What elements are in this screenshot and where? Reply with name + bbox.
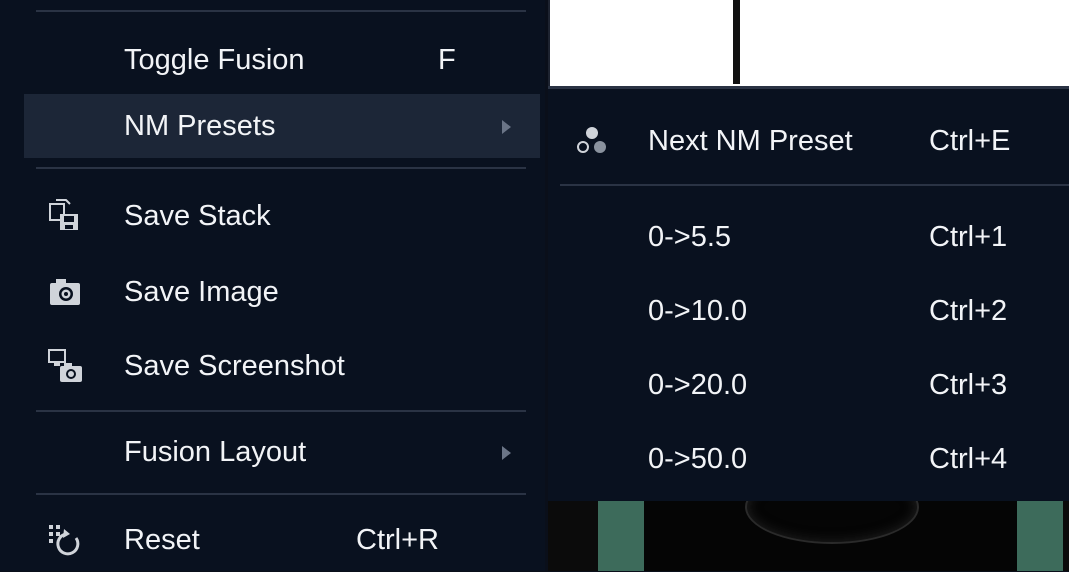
menu-item-nm-presets[interactable]: NM Presets — [24, 94, 540, 158]
submenu-item-label: Next NM Preset — [648, 125, 853, 157]
submenu-item-shortcut: Ctrl+4 — [929, 443, 1008, 475]
submenu-arrow-icon — [502, 120, 511, 134]
submenu-item-label: 0->5.5 — [648, 221, 732, 253]
menu-item-label: Fusion Layout — [124, 435, 307, 468]
menu-item-shortcut: F — [438, 43, 456, 76]
screenshot-icon — [46, 346, 86, 386]
menu-item-label: Save Screenshot — [124, 349, 345, 382]
menu-separator — [36, 167, 526, 169]
viewport-panel-left — [598, 498, 644, 571]
preset-icon — [572, 123, 612, 163]
viewport-crosshair — [733, 0, 740, 84]
menu-item-fusion-layout[interactable]: Fusion Layout — [24, 420, 540, 484]
menu-item-save-screenshot[interactable]: Save Screenshot — [24, 334, 540, 398]
reset-icon — [46, 520, 86, 560]
submenu-item-shortcut: Ctrl+3 — [929, 369, 1008, 401]
menu-separator — [36, 493, 526, 495]
menu-item-save-image[interactable]: Save Image — [24, 260, 540, 324]
menu-item-reset[interactable]: Reset Ctrl+R — [24, 508, 540, 572]
menu-separator — [36, 10, 526, 12]
menu-item-label: Save Stack — [124, 199, 271, 232]
menu-item-save-stack[interactable]: Save Stack — [24, 184, 540, 248]
menu-item-label: Toggle Fusion — [124, 43, 305, 76]
context-menu: Toggle Fusion F NM Presets Save Stack Sa… — [0, 0, 545, 571]
menu-item-toggle-fusion[interactable]: Toggle Fusion F — [24, 28, 540, 92]
save-stack-icon — [46, 196, 86, 236]
submenu-item-next-nm-preset[interactable]: Next NM Preset Ctrl+E — [548, 113, 1069, 173]
viewport-panel-right — [1017, 498, 1063, 571]
camera-icon — [46, 272, 86, 312]
submenu-item-shortcut: Ctrl+E — [929, 125, 1011, 157]
submenu-item-preset-5-5[interactable]: 0->5.5 Ctrl+1 — [548, 209, 1069, 269]
submenu-nm-presets: Next NM Preset Ctrl+E 0->5.5 Ctrl+1 0->1… — [548, 86, 1069, 501]
submenu-item-preset-10[interactable]: 0->10.0 Ctrl+2 — [548, 283, 1069, 343]
submenu-item-label: 0->50.0 — [648, 443, 748, 475]
submenu-item-shortcut: Ctrl+2 — [929, 295, 1008, 327]
menu-item-label: NM Presets — [124, 109, 276, 142]
menu-item-label: Reset — [124, 523, 200, 556]
submenu-item-preset-50[interactable]: 0->50.0 Ctrl+4 — [548, 431, 1069, 491]
submenu-item-preset-20[interactable]: 0->20.0 Ctrl+3 — [548, 357, 1069, 417]
submenu-item-shortcut: Ctrl+1 — [929, 221, 1008, 253]
menu-separator — [36, 410, 526, 412]
submenu-item-label: 0->10.0 — [648, 295, 748, 327]
submenu-arrow-icon — [502, 446, 511, 460]
submenu-item-label: 0->20.0 — [648, 369, 748, 401]
viewport-top — [548, 0, 1069, 86]
submenu-separator — [560, 184, 1069, 186]
menu-item-shortcut: Ctrl+R — [356, 523, 439, 556]
menu-item-label: Save Image — [124, 275, 279, 308]
